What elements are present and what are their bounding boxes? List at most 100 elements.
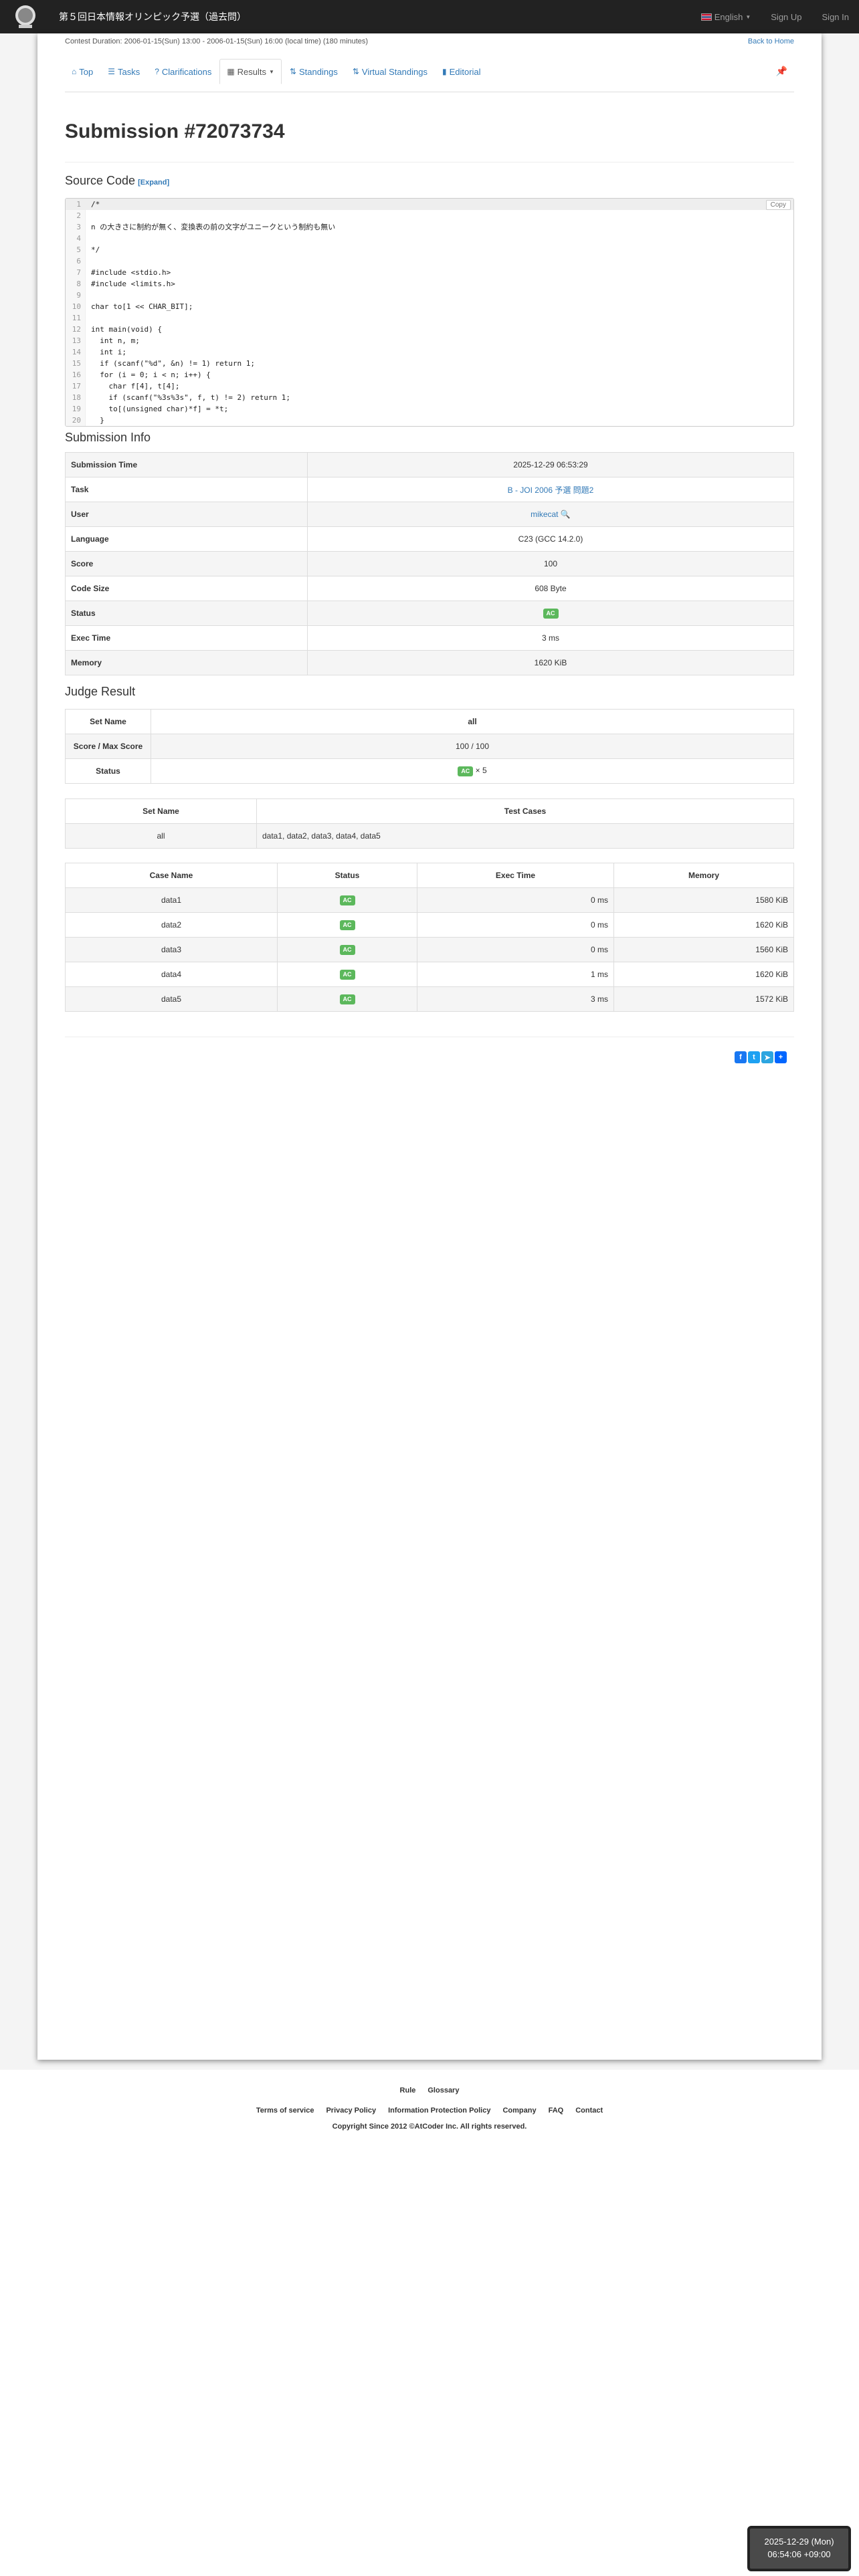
status-badge: AC — [339, 994, 355, 1004]
code-line: 6 — [66, 255, 793, 267]
code-line: 2 — [66, 210, 793, 221]
footer-link-rule[interactable]: Rule — [400, 2086, 416, 2095]
table-cell: Status — [65, 758, 151, 784]
line-number: 19 — [66, 403, 86, 415]
footer-link-info-protection[interactable]: Information Protection Policy — [388, 2107, 490, 2115]
user-link[interactable]: mikecat — [531, 510, 558, 519]
table-row: data1 AC 0 ms 1580 KiB — [65, 887, 794, 913]
code-text: char to[1 << CHAR_BIT]; — [91, 302, 193, 311]
case-exec-time: 1 ms — [417, 962, 614, 987]
line-number: 1 — [66, 199, 86, 210]
code-line: 10 char to[1 << CHAR_BIT]; — [66, 301, 793, 312]
language-value: C23 (GCC 14.2.0) — [307, 526, 794, 552]
facebook-icon[interactable]: f — [735, 1051, 747, 1063]
table-row: Set Name Test Cases — [65, 798, 794, 824]
code-line: 20 } — [66, 415, 793, 426]
line-number: 11 — [66, 312, 86, 324]
atcoder-logo-icon[interactable] — [7, 0, 44, 33]
footer-link-privacy[interactable]: Privacy Policy — [326, 2107, 376, 2115]
main-container: Contest Duration: 2006-01-15(Sun) 13:00 … — [37, 33, 822, 2060]
set-name-value: all — [151, 709, 794, 734]
exec-time-value: 3 ms — [307, 625, 794, 651]
code-line: 14 int i; — [66, 346, 793, 358]
language-dropdown[interactable]: English ▼ — [691, 0, 761, 33]
search-icon[interactable]: 🔍 — [561, 510, 571, 519]
pin-icon[interactable]: 📌 — [776, 66, 787, 77]
table-cell: User — [65, 502, 308, 527]
status-badge: AC — [339, 920, 355, 930]
list-icon: ☰ — [108, 67, 115, 76]
case-memory: 1572 KiB — [613, 986, 794, 1012]
tab-results[interactable]: ▦ Results ▼ — [219, 59, 282, 84]
caret-down-icon: ▼ — [745, 13, 751, 20]
footer-link-glossary[interactable]: Glossary — [427, 2086, 459, 2095]
judge-score-value: 100 / 100 — [151, 734, 794, 759]
table-row: Score / Max Score 100 / 100 — [65, 734, 794, 759]
caret-down-icon: ▼ — [269, 68, 274, 75]
twitter-icon[interactable]: t — [748, 1051, 760, 1063]
code-text: int main(void) { — [91, 325, 162, 334]
tab-top[interactable]: ⌂ Top — [65, 59, 100, 84]
code-size-value: 608 Byte — [307, 576, 794, 601]
tab-label: Clarifications — [161, 66, 212, 77]
tab-label: Results — [237, 66, 267, 77]
table-row: Submission Time 2025-12-29 06:53:29 — [65, 452, 794, 477]
table-cell: Task — [65, 477, 308, 502]
test-sets-table: Set Name Test Cases all data1, data2, data… — [65, 798, 794, 849]
tab-label: Editorial — [449, 66, 481, 77]
line-number: 8 — [66, 278, 86, 290]
code-line: 11 — [66, 312, 793, 324]
copy-button[interactable]: Copy — [765, 200, 791, 210]
footer-link-company[interactable]: Company — [502, 2107, 536, 2115]
back-to-home-link[interactable]: Back to Home — [748, 37, 794, 45]
tab-tasks[interactable]: ☰ Tasks — [101, 59, 147, 84]
status-badge: AC — [339, 945, 355, 955]
footer-link-terms[interactable]: Terms of service — [256, 2107, 314, 2115]
tab-virtual-standings[interactable]: ⇅ Virtual Standings — [346, 59, 434, 84]
source-code-box[interactable]: 1 /* 2 3 n の大きさに制約が無く、変換表の前の文字がユニークという制約も無い 4… — [65, 198, 794, 427]
source-code-title: Source Code — [65, 174, 136, 187]
code-text: /* — [91, 200, 100, 209]
task-link[interactable]: B - JOI 2006 予選 問題2 — [508, 486, 594, 495]
tab-clarifications[interactable]: ? Clarifications — [148, 59, 218, 84]
telegram-icon[interactable]: ➤ — [761, 1051, 773, 1063]
contest-brand[interactable]: 第５回日本情報オリンピック予選（過去問） — [59, 10, 246, 23]
code-line: 4 — [66, 233, 793, 244]
case-name: data2 — [65, 912, 278, 938]
case-name: data5 — [65, 986, 278, 1012]
status-count: × 5 — [475, 766, 487, 775]
code-line: 9 — [66, 290, 793, 301]
table-cell: Score / Max Score — [65, 734, 151, 759]
sign-in-link[interactable]: Sign In — [812, 0, 859, 33]
code-line: 1 /* — [66, 199, 793, 210]
line-number: 6 — [66, 255, 86, 267]
expand-link[interactable]: [Expand] — [138, 179, 169, 187]
code-line: 12 int main(void) { — [66, 324, 793, 335]
code-text: if (scanf("%3s%3s", f, t) != 2) return 1… — [91, 393, 291, 402]
code-text: #include <stdio.h> — [91, 268, 171, 277]
submission-info-table: Submission Time 2025-12-29 06:53:29 Task B… — [65, 452, 794, 675]
clock-time: 06:54:06 +09:00 — [767, 2549, 831, 2559]
table-cell: data1, data2, data3, data4, data5 — [256, 823, 794, 849]
source-code-heading: Source Code [Expand] — [65, 174, 169, 188]
line-number: 14 — [66, 346, 86, 358]
footer-link-contact[interactable]: Contact — [575, 2107, 603, 2115]
code-text: char f[4], t[4]; — [91, 382, 180, 391]
share-icon[interactable]: + — [775, 1051, 787, 1063]
uk-flag-icon — [700, 13, 712, 21]
case-memory: 1620 KiB — [613, 912, 794, 938]
code-line: 5 */ — [66, 244, 793, 255]
footer-link-faq[interactable]: FAQ — [549, 2107, 564, 2115]
line-number: 10 — [66, 301, 86, 312]
top-navbar: 第５回日本情報オリンピック予選（過去問） English ▼ Sign Up S… — [0, 0, 859, 33]
clock-widget: 2025-12-29 (Mon) 06:54:06 +09:00 — [747, 2526, 851, 2571]
book-icon: ▮ — [442, 67, 447, 76]
tab-editorial[interactable]: ▮ Editorial — [436, 59, 488, 84]
submission-time: 2025-12-29 06:53:29 — [307, 452, 794, 477]
page-title: Submission #72073734 — [65, 120, 285, 142]
sign-up-link[interactable]: Sign Up — [761, 0, 812, 33]
case-name: data3 — [65, 937, 278, 962]
code-line: 18 if (scanf("%3s%3s", f, t) != 2) retur… — [66, 392, 793, 403]
tab-standings[interactable]: ⇅ Standings — [283, 59, 345, 84]
